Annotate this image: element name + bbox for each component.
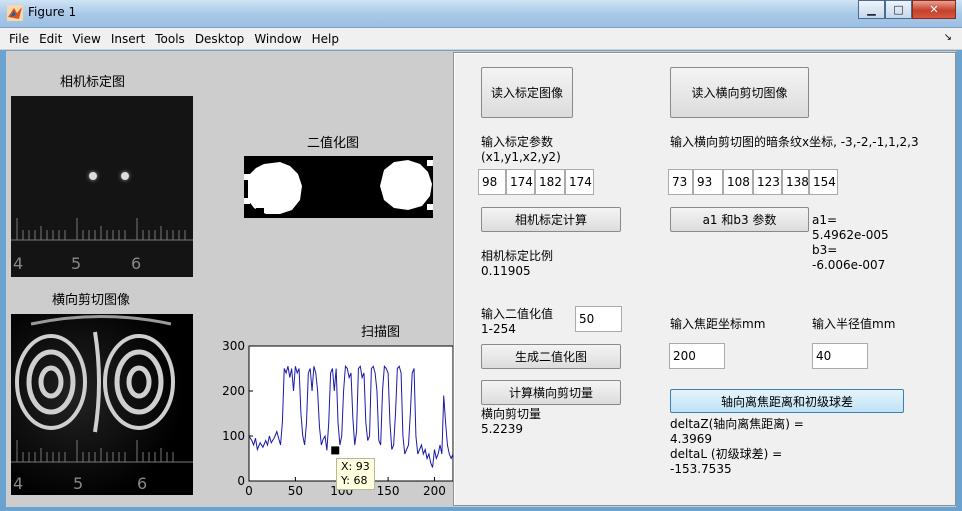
menu-bar: File Edit View Insert Tools Desktop Wind… xyxy=(0,28,962,50)
read-calib-image-button[interactable]: 读入标定图像 xyxy=(481,67,573,118)
calib-calc-button[interactable]: 相机标定计算 xyxy=(481,207,621,232)
fringe-x-2-input[interactable]: 93 xyxy=(693,169,723,195)
x-tick-label-4: 200 xyxy=(423,484,446,498)
calib-image: 4 5 6 xyxy=(11,96,193,277)
window-title: Figure 1 xyxy=(28,5,77,19)
data-tip-marker xyxy=(331,446,340,455)
a1-b3-result: a1= 5.4962e-005 b3= -6.006e-007 xyxy=(812,213,889,272)
shear-ruler-label-5: 5 xyxy=(73,474,84,493)
menu-help[interactable]: Help xyxy=(307,32,344,46)
focal-label: 输入焦距坐标mm xyxy=(670,317,766,331)
x-tick-label-0: 0 xyxy=(245,484,253,498)
shear-image: 4 5 6 xyxy=(11,314,193,495)
menu-insert[interactable]: Insert xyxy=(106,32,150,46)
figure-client-area: 相机标定图 4 5 6 二值化图 横向剪切图像 4 5 6 扫描图 0 100 … xyxy=(6,51,956,507)
scan-chart: 01002003000 50 100 150 200 xyxy=(222,339,453,498)
data-tip: X: 93 Y: 68 xyxy=(336,458,375,490)
fringe-x-6-input[interactable]: 154 xyxy=(809,169,838,195)
dock-arrow-icon[interactable]: ↘ xyxy=(944,32,952,43)
title-bar: Figure 1 ▁ □ ✕ xyxy=(0,0,962,28)
data-tip-x: X: 93 xyxy=(341,460,370,473)
fringe-x-4-input[interactable]: 123 xyxy=(753,169,782,195)
y-tick-label-1: 100 xyxy=(222,429,245,443)
calib-spot-1 xyxy=(89,172,97,180)
axial-result: deltaZ(轴向离焦距离) = 4.3969 deltaL (初级球差) = … xyxy=(670,417,804,476)
calib-ruler-label-4: 4 xyxy=(13,254,24,273)
fringe-x-1-input[interactable]: 73 xyxy=(668,169,693,195)
control-panel: 读入标定图像 读入横向剪切图像 输入标定参数 (x1,y1,x2,y2) 输入横… xyxy=(453,52,956,506)
binary-image xyxy=(244,156,433,218)
y-tick-label-3: 300 xyxy=(222,339,245,353)
radius-input[interactable]: 40 xyxy=(812,343,868,369)
calib-ruler-label-5: 5 xyxy=(71,254,82,273)
calib-ruler-label-6: 6 xyxy=(131,254,142,273)
fringe-x-5-input[interactable]: 138 xyxy=(782,169,809,195)
threshold-label: 输入二值化值 1-254 xyxy=(481,307,554,336)
menu-view[interactable]: View xyxy=(67,32,105,46)
y-tick-label-2: 200 xyxy=(222,384,245,398)
fringe-x-label: 输入横向剪切图的暗条纹x坐标, -3,-2,-1,1,2,3 xyxy=(670,135,919,149)
threshold-input[interactable]: 50 xyxy=(575,306,622,332)
calib-ratio-label: 相机标定比例 0.11905 xyxy=(481,249,554,278)
shear-ruler-label-6: 6 xyxy=(137,474,148,493)
read-shear-image-button[interactable]: 读入横向剪切图像 xyxy=(670,67,809,118)
maximize-button[interactable]: □ xyxy=(885,0,912,19)
calc-shear-button[interactable]: 计算横向剪切量 xyxy=(481,380,621,405)
menu-file[interactable]: File xyxy=(4,32,34,46)
shear-result: 横向剪切量 5.2239 xyxy=(481,407,542,436)
focal-input[interactable]: 200 xyxy=(669,343,725,369)
x-tick-label-1: 50 xyxy=(288,484,303,498)
calib-spot-2 xyxy=(121,172,129,180)
minimize-button[interactable]: ▁ xyxy=(858,0,885,19)
calib-x2-input[interactable]: 182 xyxy=(535,169,565,195)
calib-params-label: 输入标定参数 (x1,y1,x2,y2) xyxy=(481,135,561,164)
binary-image-title: 二值化图 xyxy=(307,136,360,151)
axial-defocus-button[interactable]: 轴向离焦距离和初级球差 xyxy=(670,389,904,413)
calib-y1-input[interactable]: 174 xyxy=(506,169,535,195)
calib-x1-input[interactable]: 98 xyxy=(478,169,506,195)
shear-ruler-label-4: 4 xyxy=(13,474,24,493)
calib-ruler xyxy=(11,218,193,241)
y-tick-label-0: 0 xyxy=(237,474,245,488)
fringe-x-3-input[interactable]: 108 xyxy=(723,169,753,195)
menu-window[interactable]: Window xyxy=(249,32,306,46)
shear-image-title: 横向剪切图像 xyxy=(52,293,131,308)
data-tip-y: Y: 68 xyxy=(341,474,368,487)
calib-image-title: 相机标定图 xyxy=(60,75,126,90)
x-tick-label-3: 150 xyxy=(377,484,400,498)
menu-desktop[interactable]: Desktop xyxy=(190,32,250,46)
close-button[interactable]: ✕ xyxy=(912,0,956,19)
calib-y2-input[interactable]: 174 xyxy=(565,169,594,195)
menu-tools[interactable]: Tools xyxy=(150,32,190,46)
menu-edit[interactable]: Edit xyxy=(34,32,67,46)
gen-binary-button[interactable]: 生成二值化图 xyxy=(481,344,621,369)
matlab-icon xyxy=(7,5,23,21)
radius-label: 输入半径值mm xyxy=(812,317,896,331)
a1-b3-params-button[interactable]: a1 和b3 参数 xyxy=(670,207,809,232)
